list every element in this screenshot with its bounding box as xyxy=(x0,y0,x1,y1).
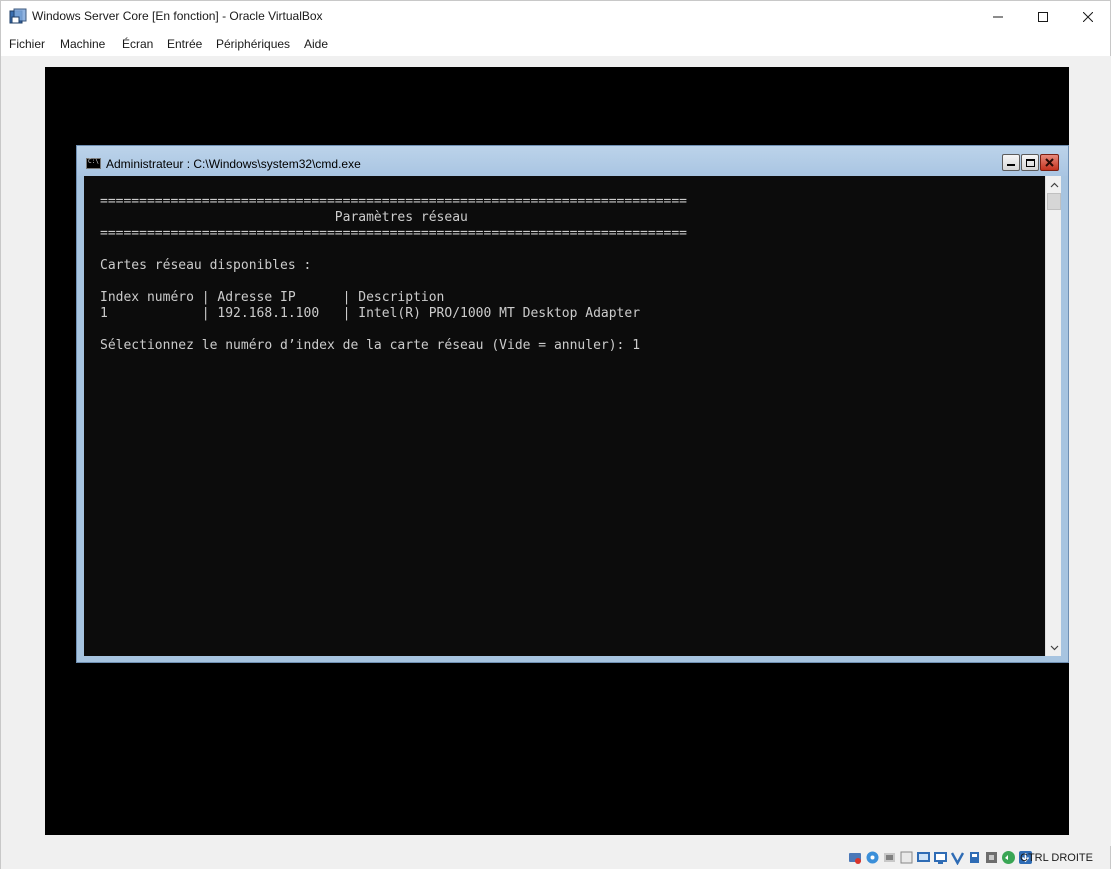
console-line: Cartes réseau disponibles : xyxy=(100,258,312,273)
cmd-window: Administrateur : C:\Windows\system32\cmd… xyxy=(76,145,1069,663)
console-output[interactable]: ========================================… xyxy=(84,176,1045,656)
console-scrollbar[interactable] xyxy=(1045,176,1061,656)
close-icon xyxy=(1045,158,1054,167)
status-bar: CTRL DROITE xyxy=(1,846,1110,869)
optical-drive-icon[interactable] xyxy=(865,850,880,865)
menu-aide[interactable]: Aide xyxy=(304,37,328,51)
cmd-maximize-button[interactable] xyxy=(1021,154,1039,171)
usb-icon[interactable] xyxy=(916,850,931,865)
close-button[interactable] xyxy=(1065,1,1111,32)
virtualbox-window: Windows Server Core [En fonction] - Orac… xyxy=(0,0,1111,869)
menu-fichier[interactable]: Fichier xyxy=(9,37,45,51)
scroll-up-button[interactable] xyxy=(1046,176,1062,193)
maximize-button[interactable] xyxy=(1020,1,1066,32)
hard-disk-icon[interactable] xyxy=(848,850,863,865)
host-key-label: CTRL DROITE xyxy=(1020,852,1093,864)
cmd-minimize-button[interactable] xyxy=(1002,154,1020,171)
console-line: Paramètres réseau xyxy=(100,210,468,225)
display-icon[interactable] xyxy=(950,850,965,865)
cmd-icon xyxy=(86,158,101,169)
menu-bar: Fichier Machine Écran Entrée Périphériqu… xyxy=(1,32,1110,56)
menu-machine[interactable]: Machine xyxy=(60,37,105,51)
audio-icon[interactable] xyxy=(882,850,897,865)
menu-ecran[interactable]: Écran xyxy=(122,37,153,51)
cmd-close-button[interactable] xyxy=(1040,154,1059,171)
chevron-down-icon xyxy=(1050,645,1058,650)
scroll-thumb[interactable] xyxy=(1047,193,1061,210)
cmd-window-title: Administrateur : C:\Windows\system32\cmd… xyxy=(106,157,361,171)
chevron-up-icon xyxy=(1050,182,1058,187)
console-line: ========================================… xyxy=(100,194,687,209)
close-icon xyxy=(1083,11,1093,22)
vm-screen[interactable]: Administrateur : C:\Windows\system32\cmd… xyxy=(45,67,1069,835)
maximize-icon xyxy=(1038,11,1048,22)
minimize-icon xyxy=(1007,163,1015,166)
minimize-button[interactable] xyxy=(975,1,1021,32)
network-icon[interactable] xyxy=(899,850,914,865)
console-line: Sélectionnez le numéro d’index de la car… xyxy=(100,338,641,353)
status-icons xyxy=(848,850,1033,866)
vm-display-area: Administrateur : C:\Windows\system32\cmd… xyxy=(2,56,1111,846)
minimize-icon xyxy=(993,16,1003,17)
console-line: Index numéro | Adresse IP | Description xyxy=(100,290,445,305)
menu-peripheriques[interactable]: Périphériques xyxy=(216,37,290,51)
menu-entree[interactable]: Entrée xyxy=(167,37,202,51)
virtualbox-icon xyxy=(9,8,27,24)
cmd-title-bar[interactable]: Administrateur : C:\Windows\system32\cmd… xyxy=(77,146,1068,176)
cpu-icon[interactable] xyxy=(984,850,999,865)
mouse-integration-icon[interactable] xyxy=(1001,850,1016,865)
window-title: Windows Server Core [En fonction] - Orac… xyxy=(32,9,323,23)
title-bar[interactable]: Windows Server Core [En fonction] - Orac… xyxy=(1,1,1110,32)
console-line: ========================================… xyxy=(100,226,687,241)
console-line: 1 | 192.168.1.100 | Intel(R) PRO/1000 MT… xyxy=(100,306,641,321)
scroll-down-button[interactable] xyxy=(1046,639,1062,656)
shared-folder-icon[interactable] xyxy=(933,850,948,865)
recording-icon[interactable] xyxy=(967,850,982,865)
maximize-icon xyxy=(1025,158,1035,167)
